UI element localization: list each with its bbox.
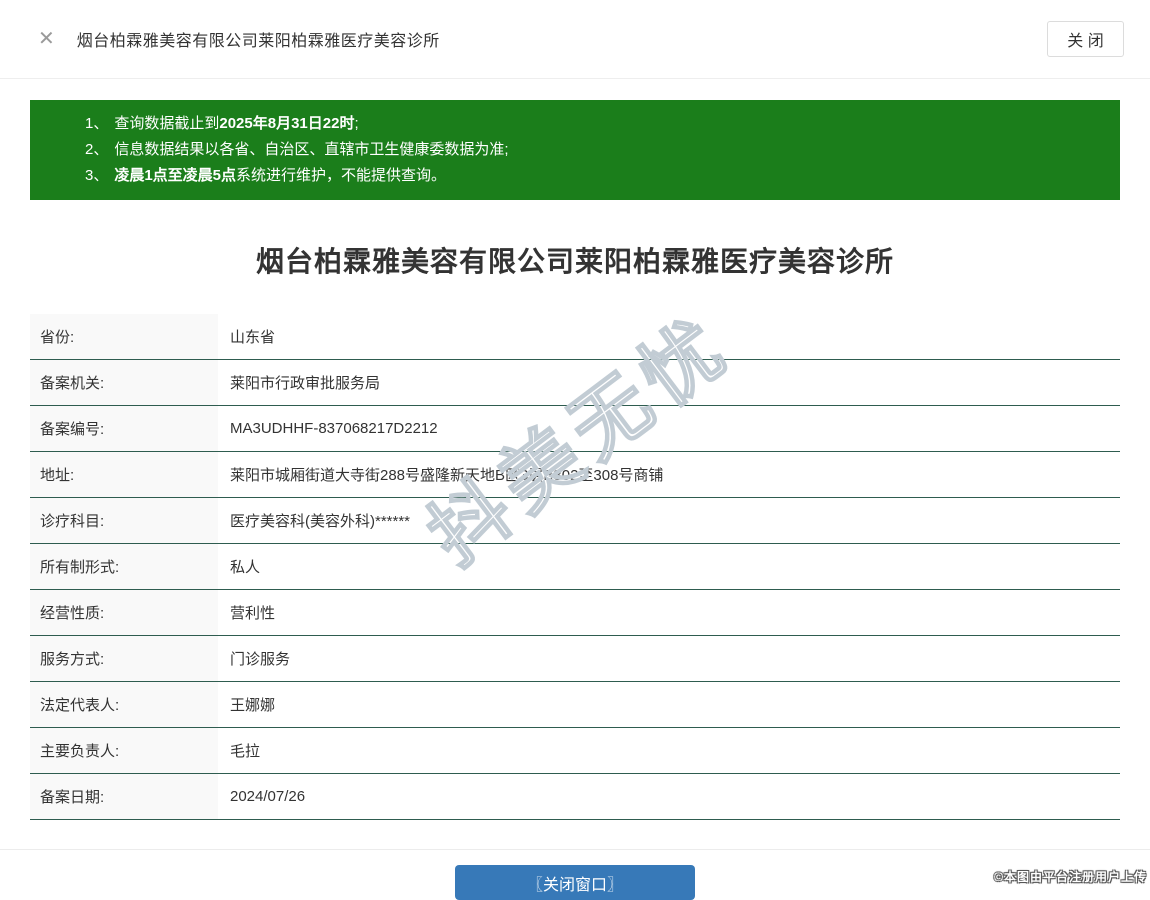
table-row: 经营性质: 营利性 (30, 590, 1120, 636)
row-value: 门诊服务 (230, 651, 291, 668)
row-value: 山东省 (230, 329, 276, 346)
table-row: 服务方式: 门诊服务 (30, 636, 1120, 682)
row-value: 莱阳市行政审批服务局 (230, 375, 381, 392)
row-label: 备案编号: (30, 406, 218, 451)
table-row: 地址: 莱阳市城厢街道大寺街288号盛隆新天地B区3层B302至308号商铺 (30, 452, 1120, 498)
row-value: 营利性 (230, 605, 276, 622)
row-label: 省份: (30, 314, 218, 359)
record-title: 烟台柏霖雅美容有限公司莱阳柏霖雅医疗美容诊所 (255, 246, 894, 277)
notice-line-number: 3、 (85, 167, 109, 184)
table-row: 备案机关: 莱阳市行政审批服务局 (30, 360, 1120, 406)
notice-text: 系统进行维护，不能提供查询。 (236, 167, 447, 184)
notice-line-number: 1、 (85, 115, 109, 132)
table-row: 主要负责人: 毛拉 (30, 728, 1120, 774)
notice-line: 3、 凌晨1点至凌晨5点系统进行维护，不能提供查询。 (85, 163, 1100, 189)
row-label: 备案机关: (30, 360, 218, 405)
row-label: 经营性质: (30, 590, 218, 635)
close-x-icon[interactable]: ✕ (38, 29, 55, 49)
close-window-button[interactable]: 〖关闭窗口〗 (455, 865, 695, 900)
notice-text: 信息数据结果以各省、自治区、直辖市卫生健康委数据为准; (114, 141, 509, 158)
notice-text: 查询数据截止到 (114, 115, 220, 132)
row-value: 莱阳市城厢街道大寺街288号盛隆新天地B区3层B302至308号商铺 (230, 467, 664, 484)
row-value: 毛拉 (230, 743, 261, 760)
row-value: 王娜娜 (230, 697, 276, 714)
dialog-title: 烟台柏霖雅美容有限公司莱阳柏霖雅医疗美容诊所 (76, 33, 440, 50)
notice-line: 1、 查询数据截止到2025年8月31日22时; (85, 111, 1100, 137)
row-label: 主要负责人: (30, 728, 218, 773)
row-label: 诊疗科目: (30, 498, 218, 543)
row-value: MA3UDHHF-837068217D2212 (230, 420, 438, 437)
close-button[interactable]: 关 闭 (1047, 21, 1124, 57)
row-value: 私人 (230, 559, 261, 576)
upload-credit-watermark: ©本图由平台注册用户上传 (994, 870, 1147, 884)
row-label: 地址: (30, 452, 218, 497)
row-label: 服务方式: (30, 636, 218, 681)
notice-line-number: 2、 (85, 141, 109, 158)
table-row: 备案日期: 2024/07/26 (30, 774, 1120, 820)
footer: 〖关闭窗口〗 (0, 850, 1150, 900)
table-row: 所有制形式: 私人 (30, 544, 1120, 590)
table-row: 诊疗科目: 医疗美容科(美容外科)****** (30, 498, 1120, 544)
notice-text-bold: 2025年8月31日22时 (219, 115, 355, 132)
row-label: 备案日期: (30, 774, 218, 819)
notice-text: ; (354, 115, 359, 132)
dialog-header: ✕ 烟台柏霖雅美容有限公司莱阳柏霖雅医疗美容诊所 关 闭 (0, 0, 1150, 79)
table-row: 省份: 山东省 (30, 314, 1120, 360)
row-label: 法定代表人: (30, 682, 218, 727)
table-row: 法定代表人: 王娜娜 (30, 682, 1120, 728)
notice-banner: 1、 查询数据截止到2025年8月31日22时; 2、 信息数据结果以各省、自治区、… (30, 100, 1120, 200)
row-value: 2024/07/26 (230, 788, 306, 805)
table-row: 备案编号: MA3UDHHF-837068217D2212 (30, 406, 1120, 452)
row-label: 所有制形式: (30, 544, 218, 589)
notice-line: 2、 信息数据结果以各省、自治区、直辖市卫生健康委数据为准; (85, 137, 1100, 163)
notice-text-bold: 凌晨1点至凌晨5点 (114, 167, 237, 184)
row-value: 医疗美容科(美容外科)****** (230, 513, 411, 530)
record-table: 省份: 山东省 备案机关: 莱阳市行政审批服务局 备案编号: MA3UDHHF-… (30, 314, 1120, 820)
